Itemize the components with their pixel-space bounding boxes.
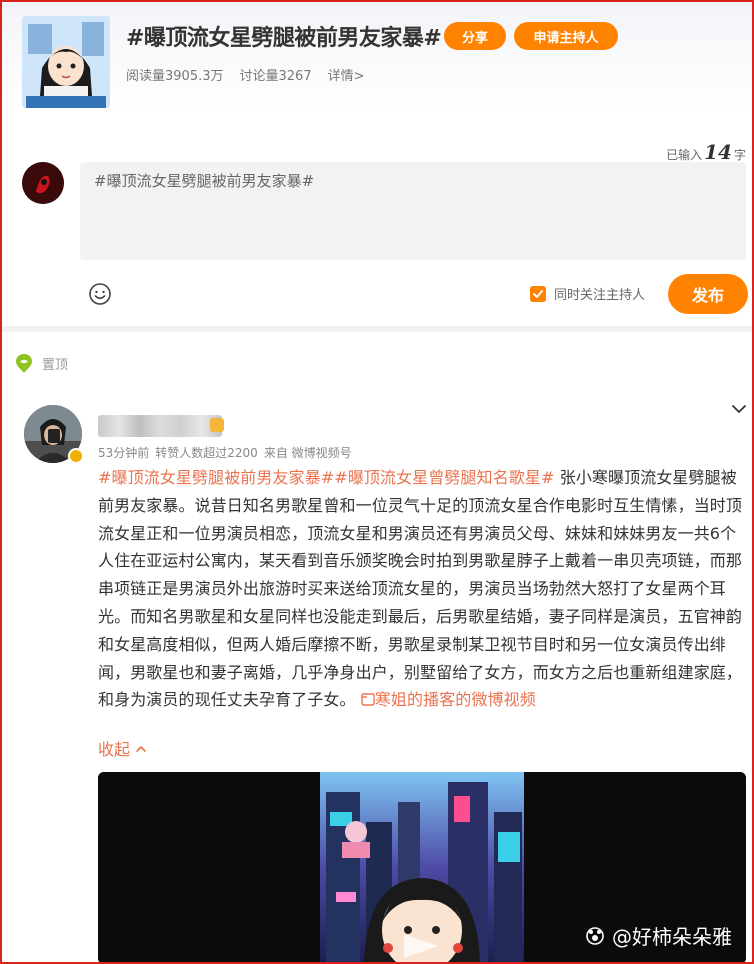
char-counter-prefix: 已输入	[666, 148, 703, 162]
check-icon	[533, 289, 543, 298]
topic-header: #曝顶流女星劈腿被前男友家暴# 分享 申请主持人 阅读量3905.3万 讨论量3…	[2, 2, 752, 110]
section-divider	[2, 326, 752, 332]
collapse-button[interactable]: 收起	[98, 736, 147, 760]
composer-textarea[interactable]: #曝顶流女星劈腿被前男友家暴#	[80, 162, 746, 260]
toutiao-logo-icon	[586, 926, 604, 945]
char-counter-suffix: 字	[733, 148, 746, 162]
video-source-label: 寒姐的播客的微博视频	[374, 690, 536, 710]
discussion-count: 讨论量3267	[239, 69, 312, 84]
topic-stats: 阅读量3905.3万 讨论量3267 详情>	[126, 65, 365, 84]
post-text: 张小寒曝顶流女星劈腿被前男友家暴。说昔日知名男歌星曾和一位灵气十足的顶流女星合作…	[98, 468, 743, 710]
video-source-link[interactable]: 寒姐的播客的微博视频	[361, 690, 536, 709]
current-user-avatar[interactable]	[22, 162, 64, 204]
emoji-icon[interactable]	[88, 282, 112, 306]
verified-badge-icon	[68, 448, 84, 464]
char-counter: 已输入 14 字	[666, 140, 746, 164]
read-count: 阅读量3905.3万	[126, 69, 224, 84]
apply-host-button[interactable]: 申请主持人	[514, 22, 618, 50]
member-crown-icon	[210, 418, 224, 432]
follow-host-label: 同时关注主持人	[554, 288, 646, 303]
char-counter-number: 14	[704, 140, 732, 164]
follow-host-option[interactable]: 同时关注主持人	[530, 284, 645, 303]
post-meta: 53分钟前 转赞人数超过2200 来自 微博视频号	[98, 444, 352, 461]
hashtag-link[interactable]: #曝顶流女星曾劈腿知名歌星#	[334, 468, 554, 487]
video-player[interactable]: @好柿朵朵雅	[98, 772, 746, 964]
post-content: #曝顶流女星劈腿被前男友家暴##曝顶流女星曾劈腿知名歌星# 张小寒曝顶流女星劈腿…	[98, 464, 746, 714]
video-link-icon	[361, 693, 375, 707]
chevron-down-icon[interactable]	[730, 400, 748, 418]
follow-host-checkbox[interactable]	[530, 285, 546, 302]
chevron-up-icon	[136, 745, 146, 752]
share-button[interactable]: 分享	[444, 22, 506, 50]
author-name-redacted[interactable]	[98, 415, 222, 437]
post-button[interactable]: 发布	[668, 274, 748, 314]
pinned-label: 置顶	[42, 357, 69, 373]
post-time: 53分钟前	[98, 446, 150, 460]
pinned-indicator: 置顶	[14, 352, 68, 374]
post-source[interactable]: 来自 微博视频号	[264, 444, 352, 461]
topic-title: #曝顶流女星劈腿被前男友家暴#	[126, 26, 442, 51]
post-reposts: 转赞人数超过2200	[155, 446, 258, 460]
video-watermark: @好柿朵朵雅	[584, 921, 732, 950]
hashtag-link[interactable]: #曝顶流女星劈腿被前男友家暴#	[98, 468, 334, 487]
watermark-text: @好柿朵朵雅	[612, 925, 732, 949]
details-link[interactable]: 详情>	[328, 65, 365, 84]
collapse-label: 收起	[98, 740, 131, 759]
topic-cover-image[interactable]	[22, 16, 110, 108]
pin-icon	[16, 354, 32, 373]
